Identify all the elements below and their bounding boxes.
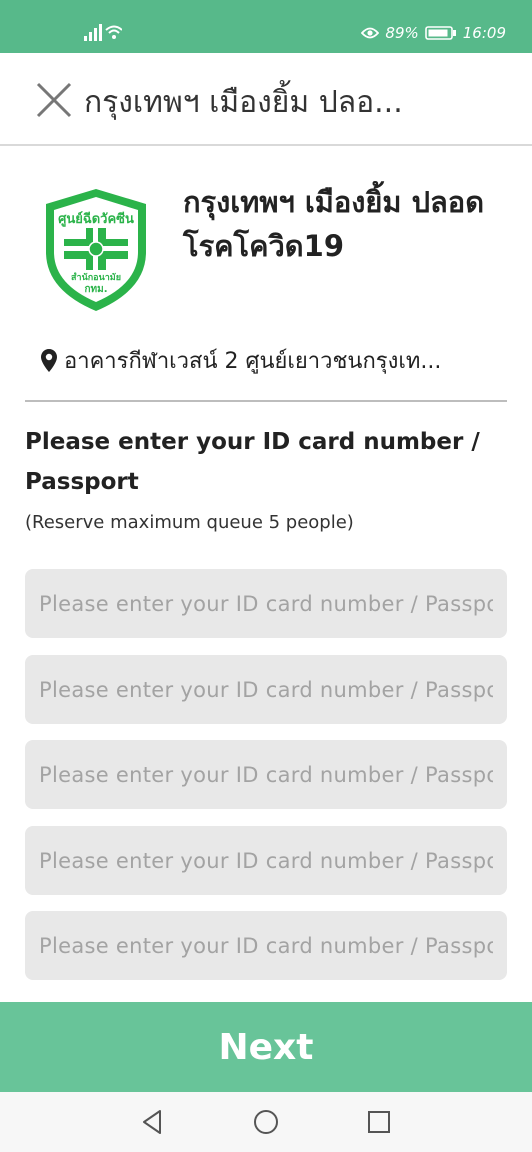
id-card-input-3[interactable] bbox=[25, 740, 507, 809]
vaccine-center-logo: ศูนย์ฉีดวัคซีน สำนักอนามัย กทม. bbox=[46, 189, 146, 311]
logo-text-top: ศูนย์ฉีดวัคซีน bbox=[58, 211, 134, 227]
back-icon[interactable] bbox=[138, 1107, 168, 1137]
close-icon[interactable] bbox=[34, 80, 74, 120]
location-row: อาคารกีฬาเวสน์ 2 ศูนย์เยาวชนกรุงเท... bbox=[40, 343, 510, 378]
id-card-input-4[interactable] bbox=[25, 826, 507, 895]
app-header: กรุงเทพฯ เมืองยิ้ม ปลอ... bbox=[0, 53, 532, 146]
home-icon[interactable] bbox=[251, 1107, 281, 1137]
clock-time: 16:09 bbox=[462, 24, 506, 42]
queue-limit-note: (Reserve maximum queue 5 people) bbox=[25, 512, 354, 533]
battery-percent: 89% bbox=[385, 24, 419, 42]
vaccination-center-name: กรุงเทพฯ เมืองยิ้ม ปลอด โรคโควิด19 bbox=[183, 185, 485, 263]
logo-text-org: กทม. bbox=[84, 284, 107, 295]
recents-icon[interactable] bbox=[364, 1107, 394, 1137]
id-prompt-heading: Please enter your ID card number / Passp… bbox=[25, 429, 480, 495]
battery-icon bbox=[424, 26, 456, 40]
system-nav-bar bbox=[0, 1092, 532, 1152]
wifi-icon bbox=[105, 25, 122, 39]
next-button[interactable]: Next bbox=[0, 1002, 532, 1092]
signal-icon bbox=[84, 24, 122, 41]
location-text: อาคารกีฬาเวสน์ 2 ศูนย์เยาวชนกรุงเท... bbox=[64, 349, 442, 374]
id-card-input-2[interactable] bbox=[25, 655, 507, 724]
logo-text-bottom: สำนักอนามัย bbox=[71, 272, 121, 283]
status-bar: 89% 16:09 bbox=[0, 0, 532, 53]
page-title: กรุงเทพฯ เมืองยิ้ม ปลอ... bbox=[84, 85, 403, 120]
divider bbox=[25, 400, 507, 402]
eye-icon bbox=[361, 27, 380, 39]
id-card-input-1[interactable] bbox=[25, 569, 507, 638]
id-card-input-5[interactable] bbox=[25, 911, 507, 980]
map-pin-icon bbox=[41, 348, 57, 372]
